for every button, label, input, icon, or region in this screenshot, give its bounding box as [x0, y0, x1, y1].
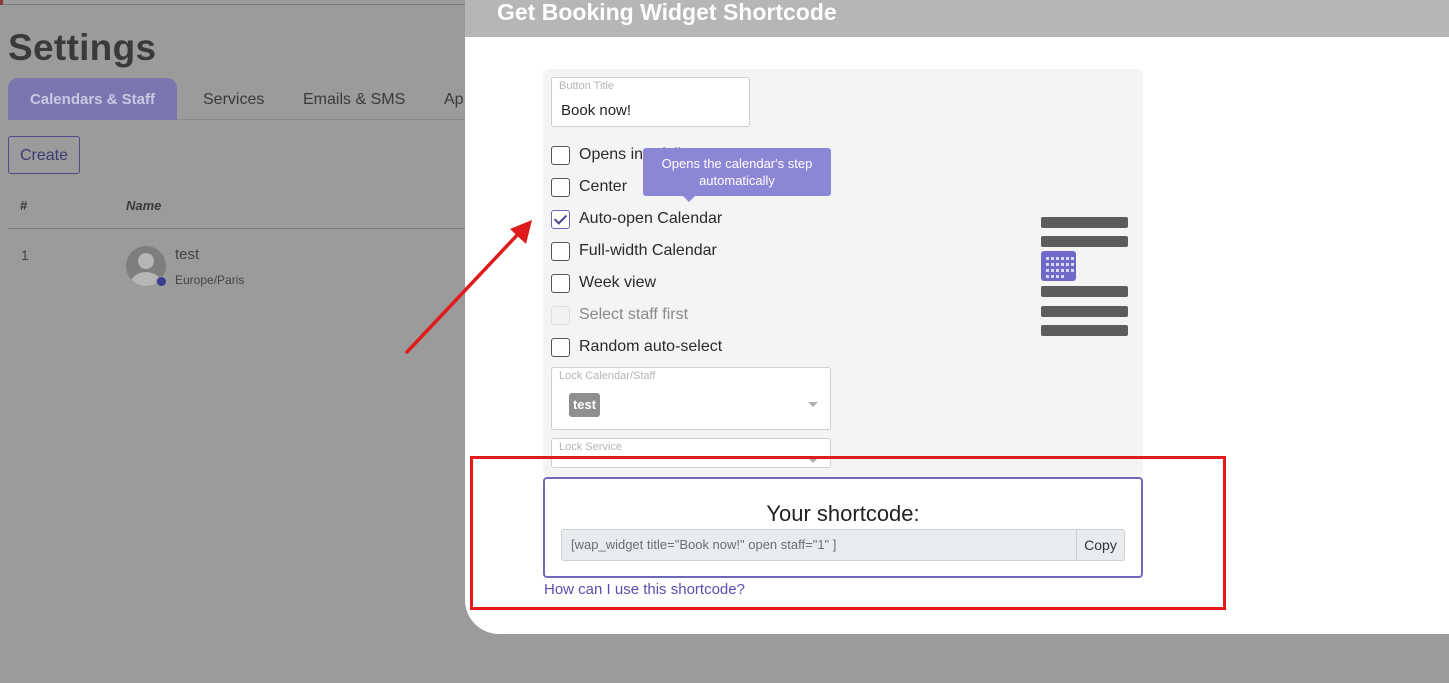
calendar-grid-icon: [1041, 251, 1076, 281]
option-center[interactable]: Center: [551, 175, 627, 199]
tab-appearance[interactable]: Ap: [444, 78, 464, 120]
lock-service-label: Lock Service: [559, 441, 622, 453]
auto-open-calendar-checkbox[interactable]: [551, 209, 570, 229]
option-full-width-calendar[interactable]: Full-width Calendar: [551, 239, 717, 263]
tab-calendars-staff[interactable]: Calendars & Staff: [8, 78, 177, 120]
select-staff-first-checkbox: [551, 305, 570, 325]
modal-header: Get Booking Widget Shortcode: [465, 0, 1449, 37]
create-button[interactable]: Create: [8, 136, 80, 174]
button-title-field[interactable]: Button Title Book now!: [551, 77, 750, 127]
staff-timezone: Europe/Paris: [175, 273, 245, 287]
lock-calendar-select[interactable]: Lock Calendar/Staff test: [551, 367, 831, 430]
option-label: Week view: [579, 274, 657, 291]
button-title-input[interactable]: Book now!: [561, 102, 631, 119]
week-view-checkbox[interactable]: [551, 273, 570, 293]
annotation-arrow-icon: [405, 220, 532, 354]
option-auto-open-calendar[interactable]: Auto-open Calendar: [551, 207, 722, 231]
option-label: Full-width Calendar: [579, 242, 717, 259]
top-border: [0, 0, 480, 5]
option-select-staff-first: Select staff first: [551, 303, 688, 327]
status-dot: [156, 276, 167, 287]
column-header-name: Name: [126, 198, 162, 213]
modal-title: Get Booking Widget Shortcode: [497, 0, 837, 25]
option-label: Random auto-select: [579, 338, 723, 355]
button-title-label: Button Title: [559, 80, 615, 92]
column-header-index: #: [20, 198, 28, 213]
tab-services[interactable]: Services: [203, 78, 264, 120]
option-week-view[interactable]: Week view: [551, 271, 656, 295]
option-label: Select staff first: [579, 306, 689, 323]
annotation-highlight-box: [470, 456, 1226, 610]
table-divider: [8, 228, 468, 229]
lock-calendar-label: Lock Calendar/Staff: [559, 370, 656, 382]
option-random-auto-select[interactable]: Random auto-select: [551, 335, 722, 359]
option-label: Auto-open Calendar: [579, 210, 723, 227]
selected-staff-tag[interactable]: test: [569, 393, 600, 417]
full-width-calendar-checkbox[interactable]: [551, 241, 570, 261]
staff-name[interactable]: test: [175, 246, 199, 263]
center-checkbox[interactable]: [551, 177, 570, 197]
row-index: 1: [21, 247, 29, 263]
option-label: Center: [579, 178, 628, 195]
auto-open-tooltip: Opens the calendar's step automatically: [643, 148, 831, 202]
fullscreen-popup-checkbox[interactable]: [551, 145, 570, 165]
settings-tabs: Calendars & Staff Services Emails & SMS …: [8, 78, 478, 120]
chevron-down-icon[interactable]: [808, 402, 818, 407]
random-auto-select-checkbox[interactable]: [551, 337, 570, 357]
page-title: Settings: [8, 27, 157, 68]
tab-emails-sms[interactable]: Emails & SMS: [303, 78, 405, 120]
widget-layout-icon: [1041, 216, 1129, 338]
